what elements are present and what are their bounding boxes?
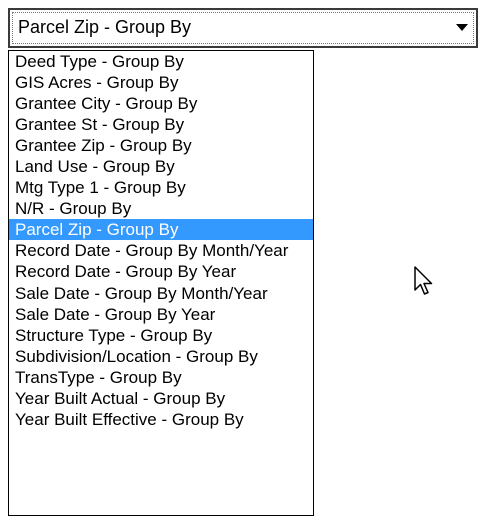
list-item-grantee-st[interactable]: Grantee St - Group By bbox=[9, 114, 313, 135]
list-item-parcel-zip[interactable]: Parcel Zip - Group By bbox=[9, 219, 313, 241]
list-item-grantee-city[interactable]: Grantee City - Group By bbox=[9, 93, 313, 114]
list-item-sale-date-month-year[interactable]: Sale Date - Group By Month/Year bbox=[9, 283, 313, 304]
list-item-structure-type[interactable]: Structure Type - Group By bbox=[9, 325, 313, 346]
group-by-dropdown-list[interactable]: Deed Type - Group By GIS Acres - Group B… bbox=[8, 50, 314, 516]
list-item-gis-acres[interactable]: GIS Acres - Group By bbox=[9, 72, 313, 93]
list-item-record-date-month-year[interactable]: Record Date - Group By Month/Year bbox=[9, 240, 313, 261]
dropdown-options: Deed Type - Group By GIS Acres - Group B… bbox=[9, 51, 313, 430]
mouse-pointer-icon bbox=[414, 266, 433, 295]
group-by-combobox[interactable]: Parcel Zip - Group By bbox=[8, 8, 478, 48]
list-item-subdivision-location[interactable]: Subdivision/Location - Group By bbox=[9, 346, 313, 367]
list-item-year-built-actual[interactable]: Year Built Actual - Group By bbox=[9, 388, 313, 409]
chevron-down-icon[interactable] bbox=[456, 24, 468, 31]
list-item-transtype[interactable]: TransType - Group By bbox=[9, 367, 313, 388]
list-item-grantee-zip[interactable]: Grantee Zip - Group By bbox=[9, 135, 313, 156]
list-item-sale-date-year[interactable]: Sale Date - Group By Year bbox=[9, 304, 313, 325]
list-item-year-built-effective[interactable]: Year Built Effective - Group By bbox=[9, 409, 313, 430]
list-item-record-date-year[interactable]: Record Date - Group By Year bbox=[9, 261, 313, 282]
combobox-selected-value: Parcel Zip - Group By bbox=[18, 17, 192, 37]
list-item-deed-type[interactable]: Deed Type - Group By bbox=[9, 51, 313, 72]
list-item-land-use[interactable]: Land Use - Group By bbox=[9, 156, 313, 177]
list-item-n-r[interactable]: N/R - Group By bbox=[9, 198, 313, 219]
list-item-mtg-type-1[interactable]: Mtg Type 1 - Group By bbox=[9, 177, 313, 198]
